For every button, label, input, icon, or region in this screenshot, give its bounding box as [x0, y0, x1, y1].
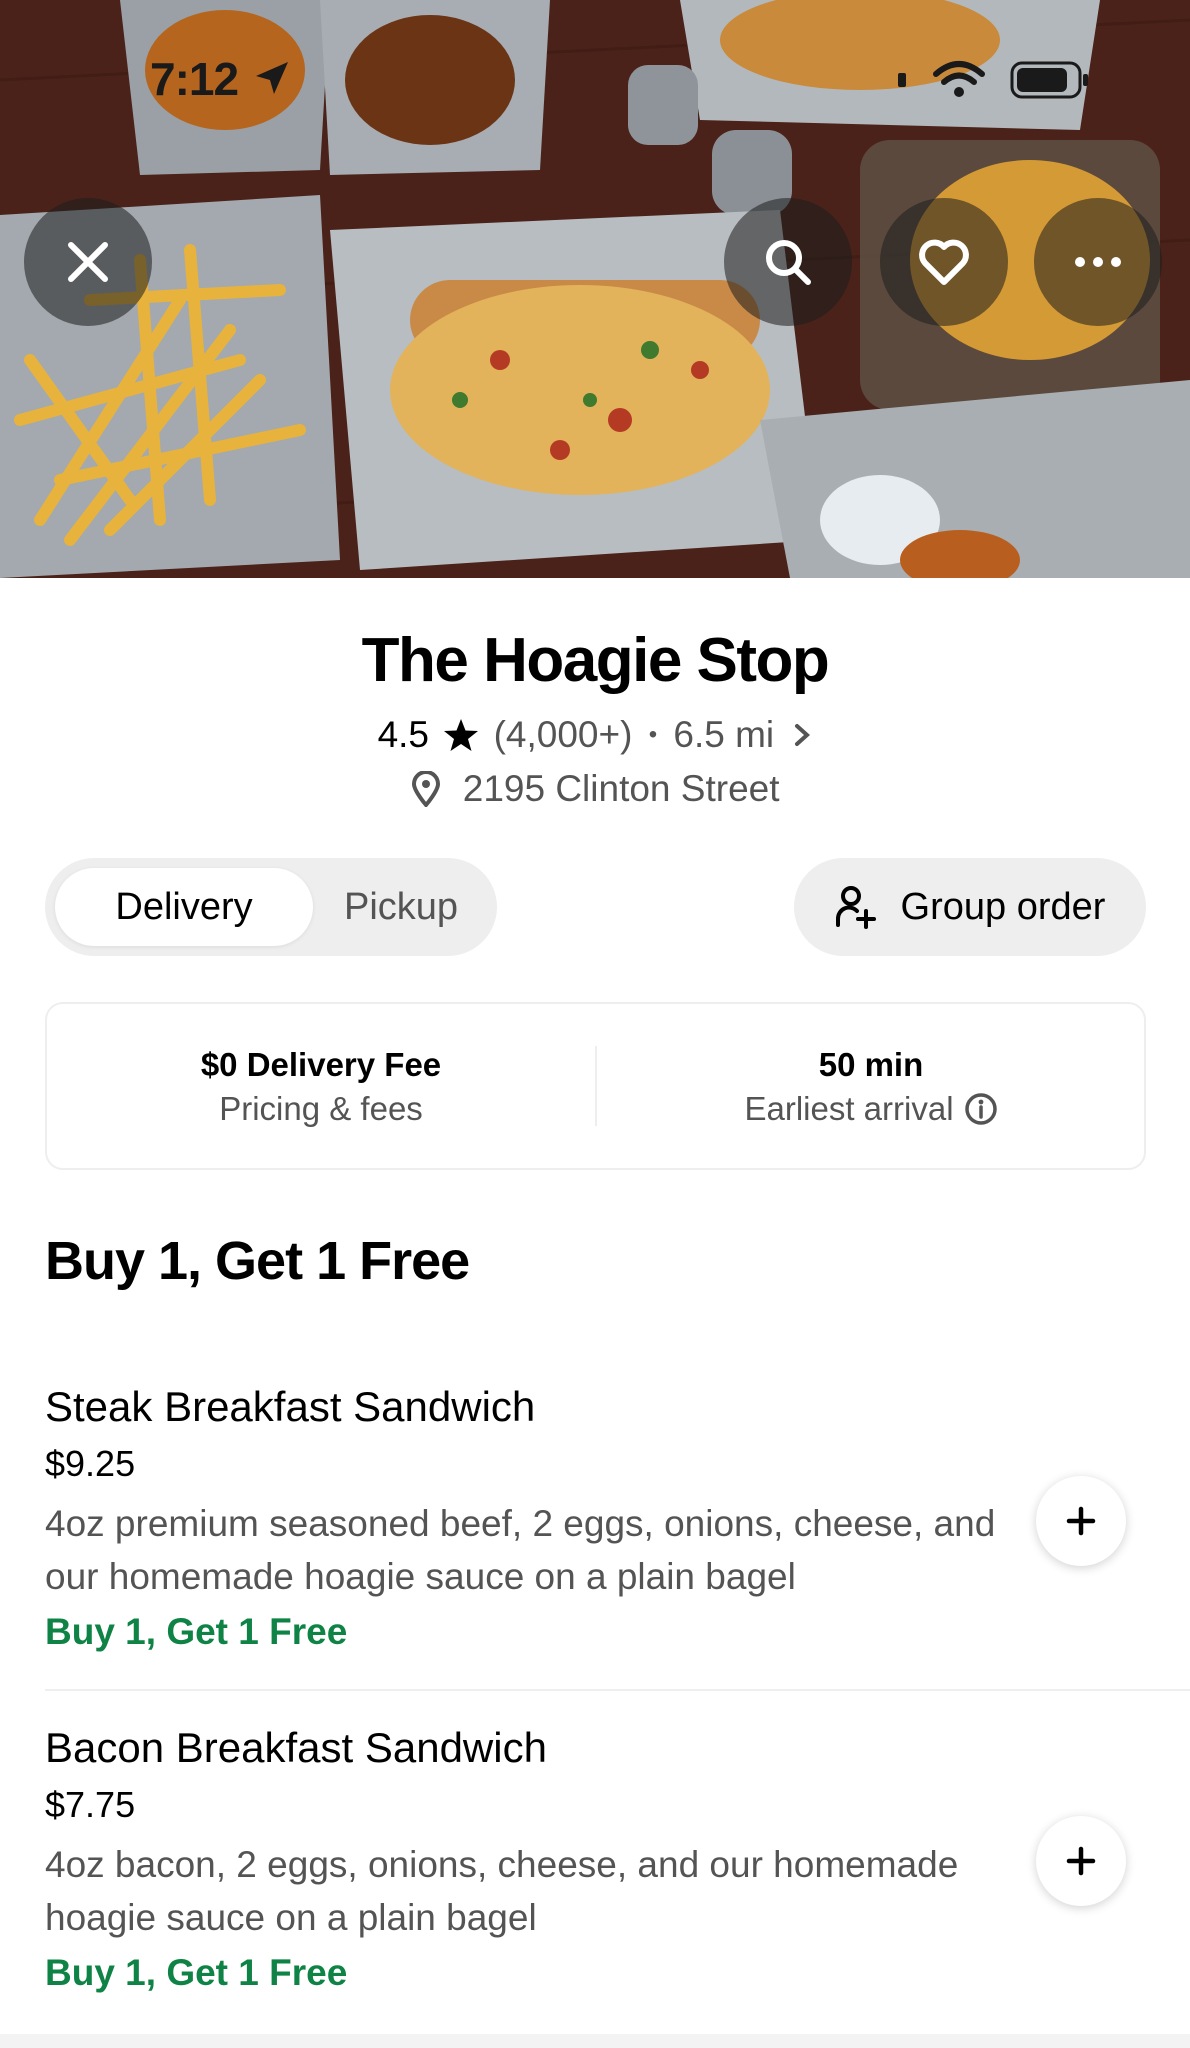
heart-icon: [919, 239, 969, 285]
rating-count: (4,000+): [493, 714, 633, 756]
row-divider: [45, 1689, 1190, 1691]
delivery-pickup-toggle: Delivery Pickup: [45, 858, 497, 956]
delivery-option[interactable]: Delivery: [55, 868, 313, 946]
search-icon: [766, 240, 811, 285]
menu-item-promo: Buy 1, Get 1 Free: [45, 1611, 348, 1652]
group-order-label: Group order: [900, 885, 1106, 928]
address-line: 2195 Clinton Street: [0, 766, 1190, 810]
earliest-arrival-label: Earliest arrival: [744, 1090, 954, 1127]
status-time: 7:12: [150, 53, 239, 105]
distance: 6.5 mi: [673, 714, 775, 756]
location-pin-icon: [412, 771, 441, 808]
section-title: Buy 1, Get 1 Free: [45, 1231, 470, 1291]
plus-icon: [1066, 1506, 1096, 1536]
status-bar: 7:12: [0, 0, 1190, 160]
menu-item-price: $7.75: [45, 1784, 136, 1825]
signal-dot-icon: [898, 73, 906, 87]
battery-icon: [1010, 61, 1088, 99]
menu-item[interactable]: Steak Breakfast Sandwich $9.25 4oz premi…: [45, 1383, 1190, 1653]
favorite-button[interactable]: [880, 198, 1008, 326]
star-icon: [444, 719, 479, 752]
chevron-right-icon: [795, 724, 811, 747]
pickup-option[interactable]: Pickup: [313, 868, 489, 946]
more-button[interactable]: [1034, 198, 1162, 326]
rating-value: 4.5: [377, 714, 429, 756]
plus-icon: [1066, 1846, 1096, 1876]
menu-item-price: $9.25: [45, 1443, 136, 1484]
store-address: 2195 Clinton Street: [462, 768, 780, 810]
delivery-fee-block[interactable]: $0 Delivery Fee Pricing & fees: [47, 1004, 595, 1168]
rating-line[interactable]: 4.5 (4,000+) • 6.5 mi: [0, 712, 1190, 756]
delivery-fee: $0 Delivery Fee: [200, 1046, 442, 1083]
close-button[interactable]: [24, 198, 152, 326]
more-icon: [1075, 257, 1121, 267]
menu-item-description: 4oz premium seasoned beef, 2 eggs, onion…: [45, 1503, 996, 1597]
group-order-button[interactable]: Group order: [794, 858, 1146, 956]
menu-item-name: Steak Breakfast Sandwich: [45, 1383, 536, 1430]
menu-item-promo: Buy 1, Get 1 Free: [45, 1952, 348, 1993]
delivery-info-card: $0 Delivery Fee Pricing & fees 50 min Ea…: [45, 1002, 1146, 1170]
menu-item-name: Bacon Breakfast Sandwich: [45, 1724, 547, 1771]
status-right: [898, 60, 1090, 100]
add-item-button[interactable]: [1036, 1476, 1126, 1566]
menu-item-description: 4oz bacon, 2 eggs, onions, cheese, and o…: [45, 1844, 959, 1938]
menu-item[interactable]: Bacon Breakfast Sandwich $7.75 4oz bacon…: [45, 1724, 1190, 1994]
rating-separator: •: [648, 721, 658, 749]
add-person-icon: [835, 886, 876, 929]
arrival-block[interactable]: 50 min Earliest arrival: [597, 1004, 1145, 1168]
pricing-fees-link: Pricing & fees: [219, 1090, 423, 1127]
search-button[interactable]: [724, 198, 852, 326]
arrival-time: 50 min: [818, 1046, 924, 1083]
add-item-button[interactable]: [1036, 1816, 1126, 1906]
close-icon: [68, 242, 108, 282]
hero-image: 7:12: [0, 0, 1190, 578]
store-name: The Hoagie Stop: [361, 626, 830, 695]
bottom-divider: [0, 2034, 1190, 2048]
wifi-icon: [933, 61, 985, 97]
info-icon[interactable]: [964, 1092, 998, 1126]
location-arrow-icon: [256, 62, 288, 94]
